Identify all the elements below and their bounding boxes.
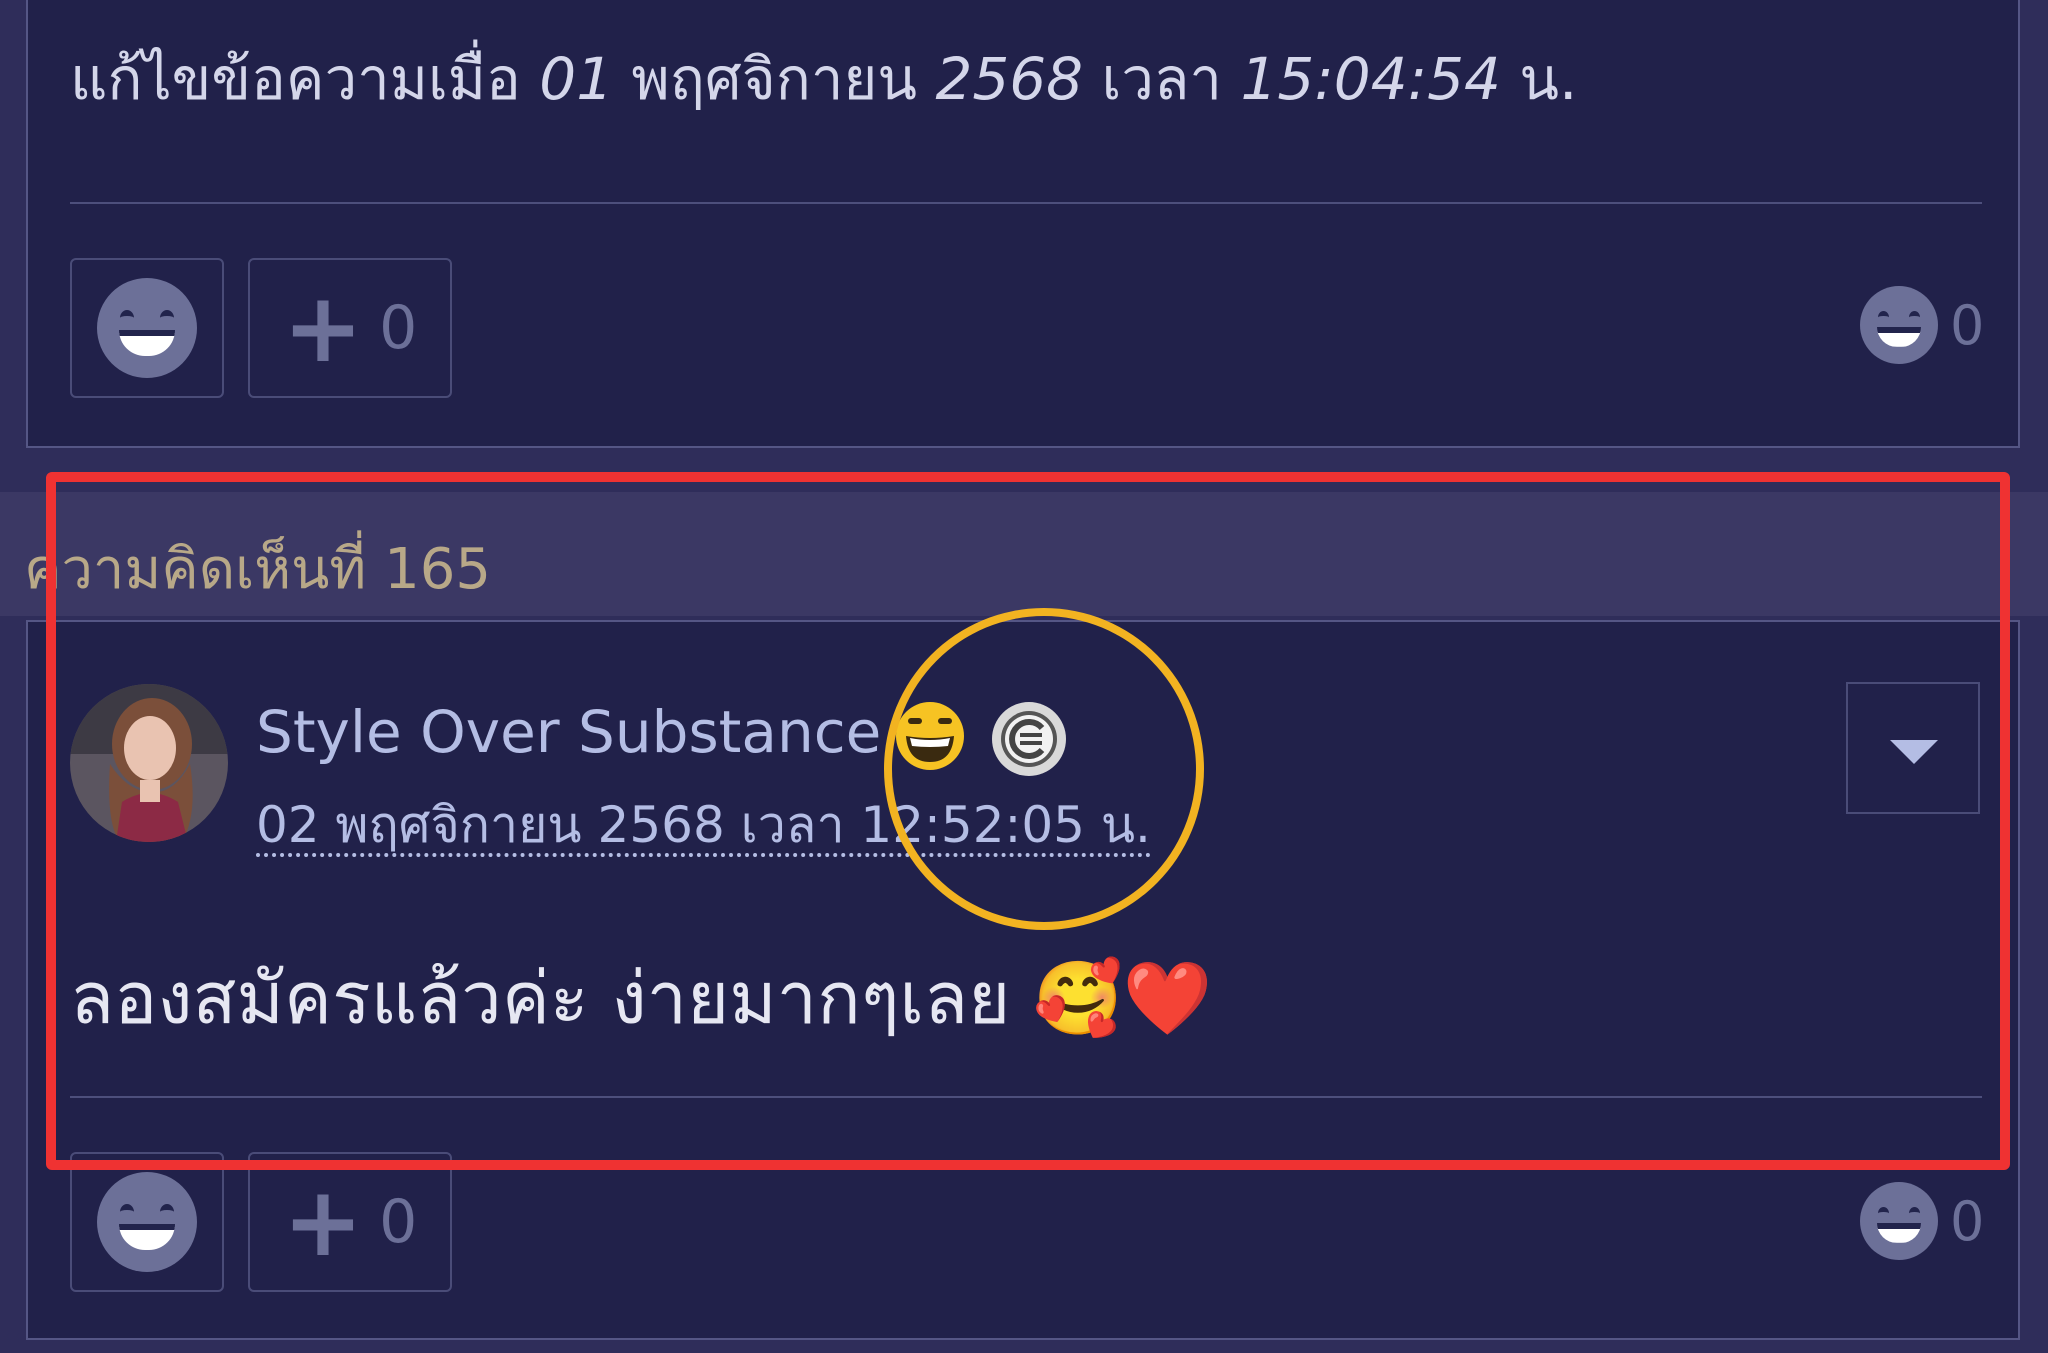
edited-day: 01 (539, 45, 614, 113)
smiley-icon (1860, 286, 1938, 364)
edited-prefix: แก้ไขข้อความเมื่อ (70, 45, 521, 113)
reaction-summary[interactable]: 0 (1860, 1182, 1984, 1260)
plus-icon: + (282, 1166, 364, 1278)
reaction-summary[interactable]: 0 (1860, 286, 1984, 364)
comment-body-text: ลองสมัครแล้วค่ะ ง่ายมากๆเลย (70, 956, 1011, 1040)
edited-time: 15:04:54 (1240, 45, 1501, 113)
edited-suffix: น. (1519, 45, 1578, 113)
plus-count: 0 (379, 1187, 418, 1257)
plus-icon: + (282, 272, 364, 384)
comment-number-label: ความคิดเห็นที่ 165 (24, 537, 492, 602)
comment-menu-button[interactable] (1846, 682, 1980, 814)
post-date-link[interactable]: 02 พฤศจิกายน 2568 เวลา 12:52:05 น. (256, 798, 1151, 857)
divider (70, 202, 1982, 204)
grinning-face-icon (896, 702, 964, 770)
previous-comment-card: แก้ไขข้อความเมื่อ 01 พฤศจิกายน 2568 เวลา… (26, 0, 2020, 448)
comment-body: ลองสมัครแล้วค่ะ ง่ายมากๆเลย 🥰❤️ (70, 940, 1212, 1055)
c-badge-icon (992, 702, 1066, 776)
edited-month: พฤศจิกายน (631, 45, 918, 113)
divider (70, 1096, 1982, 1098)
edited-year: 2568 (935, 45, 1084, 113)
plus-count: 0 (379, 293, 418, 363)
reaction-button[interactable] (70, 258, 224, 398)
smiley-icon (97, 1172, 197, 1272)
smiley-icon (1860, 1182, 1938, 1260)
reaction-button[interactable] (70, 1152, 224, 1292)
chevron-down-icon (1890, 740, 1938, 764)
edited-time-word: เวลา (1101, 45, 1223, 113)
smiley-icon (97, 278, 197, 378)
reaction-count: 0 (1950, 1189, 1985, 1253)
plus-button[interactable]: + 0 (248, 1152, 452, 1292)
comment-emojis: 🥰❤️ (1033, 956, 1213, 1040)
username-link[interactable]: Style Over Substance (256, 698, 881, 766)
avatar[interactable] (70, 684, 228, 842)
comment-card: Style Over Substance 02 พฤศจิกายน 2568 เ… (26, 620, 2020, 1340)
reaction-count: 0 (1950, 293, 1985, 357)
plus-button[interactable]: + 0 (248, 258, 452, 398)
edited-note: แก้ไขข้อความเมื่อ 01 พฤศจิกายน 2568 เวลา… (70, 32, 1577, 125)
